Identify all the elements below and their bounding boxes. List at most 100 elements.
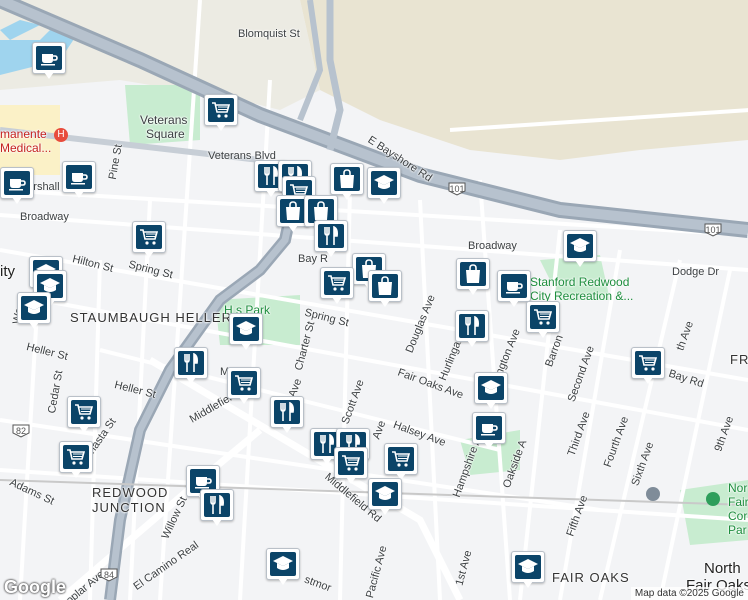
fork-knife-icon [274,400,300,424]
marker-pointer [380,300,390,307]
marker-pointer [322,458,332,465]
shopping-marker[interactable] [320,267,354,305]
marker-pointer [144,251,154,258]
shopping-cart-icon [231,371,257,395]
cafe-marker[interactable] [472,412,506,450]
shopping-cart-icon [63,445,89,469]
staumbaugh-heller-label: STAUMBAUGH HELLER [70,310,232,325]
marker-pointer [12,197,22,204]
us-101-shield-east-icon: 101 [704,223,722,237]
marker-pointer [29,322,39,329]
marker-pointer [509,300,519,307]
restaurant-marker[interactable] [455,310,489,348]
coffee-cup-icon [36,46,62,70]
graduation-cap-icon [270,552,296,576]
marker-pointer [216,124,226,131]
kaiser-label-2: Medical... [0,141,52,155]
city-label: ity [0,263,15,280]
marker-box [330,163,364,195]
shopping-bag-icon [334,167,360,191]
marker-box [62,161,96,193]
school-marker[interactable] [367,167,401,205]
cafe-marker[interactable] [32,42,66,80]
school-marker[interactable] [563,230,597,268]
cafe-marker[interactable] [62,161,96,199]
marker-pointer [212,519,222,526]
stanford-rec-label-1: Stanford Redwood [530,275,630,289]
school-marker[interactable] [17,292,51,330]
shopping-marker[interactable] [132,221,166,259]
restaurant-marker[interactable] [174,347,208,385]
shopping-marker[interactable] [204,94,238,132]
marker-pointer [643,377,653,384]
map-attribution[interactable]: Map data ©2025 Google [630,587,748,600]
school-marker[interactable] [229,313,263,351]
marker-box [270,396,304,428]
hospital-icon[interactable]: H [54,128,68,142]
marker-pointer [71,471,81,478]
shopping-cart-icon [324,271,350,295]
shopping-marker[interactable] [334,447,368,485]
school-marker[interactable] [266,548,300,586]
us-101-shield-icon: 101 [448,182,466,196]
restaurant-marker[interactable] [270,396,304,434]
marker-pointer [484,442,494,449]
marker-box [204,94,238,126]
ca-84-shield-label: 84 [103,570,114,580]
marker-box [67,396,101,428]
school-marker[interactable] [474,372,508,410]
restaurant-marker[interactable] [200,489,234,527]
shopping-marker[interactable] [526,301,560,339]
shopping-marker[interactable] [67,396,101,434]
shopping-cart-icon [136,225,162,249]
ca-84-shield-icon: 84 [100,568,118,582]
shopping-marker[interactable] [227,367,261,405]
marker-pointer [467,340,477,347]
marker-pointer [538,331,548,338]
google-logo: Google [4,577,66,597]
shopping-marker[interactable] [59,441,93,479]
shopping-bag-marker[interactable] [368,270,402,308]
school-marker[interactable] [368,478,402,516]
broadway-east-label: Broadway [468,240,517,252]
marker-pointer [523,581,533,588]
marker-box [174,347,208,379]
dodge-dr-label: Dodge Dr [672,266,720,278]
marker-pointer [575,260,585,267]
school-marker[interactable] [511,551,545,589]
marker-box [526,301,560,333]
graduation-cap-icon [233,317,259,341]
cafe-marker[interactable] [0,167,34,205]
shopping-bag-marker[interactable] [456,258,490,296]
shopping-cart-icon [338,451,364,475]
graduation-cap-icon [515,555,541,579]
map-view[interactable]: Blomquist St E Bayshore Rd Veterans Blvd… [0,0,748,600]
nor-fair-label-3: Cor [728,509,748,523]
marker-box [334,447,368,479]
marker-pointer [241,343,251,350]
shopping-cart-icon [388,447,414,471]
marker-box [0,167,34,199]
ca-82-shield-label: 82 [15,426,26,436]
park-icon[interactable] [706,492,720,506]
marker-pointer [379,197,389,204]
marker-box [32,42,66,74]
north-fair-oaks-label-1: North [704,560,741,577]
fork-knife-icon [459,314,485,338]
shopping-marker[interactable] [631,347,665,385]
place-icon[interactable] [646,487,660,501]
redwood-junction-label-1: REDWOOD [92,485,169,500]
fr-label: FR [730,352,748,367]
marker-pointer [288,225,298,232]
graduation-cap-icon [372,482,398,506]
marker-box [563,230,597,262]
marker-box [474,372,508,404]
restaurant-marker[interactable] [314,220,348,258]
blomquist-st-label: Blomquist St [238,28,300,40]
veterans-square-label-2: Square [146,127,185,141]
graduation-cap-icon [478,376,504,400]
fair-oaks-area-label: FAIR OAKS [552,570,630,585]
shopping-marker[interactable] [384,443,418,481]
nor-fair-label-2: Fair [728,495,748,509]
shopping-cart-icon [530,305,556,329]
